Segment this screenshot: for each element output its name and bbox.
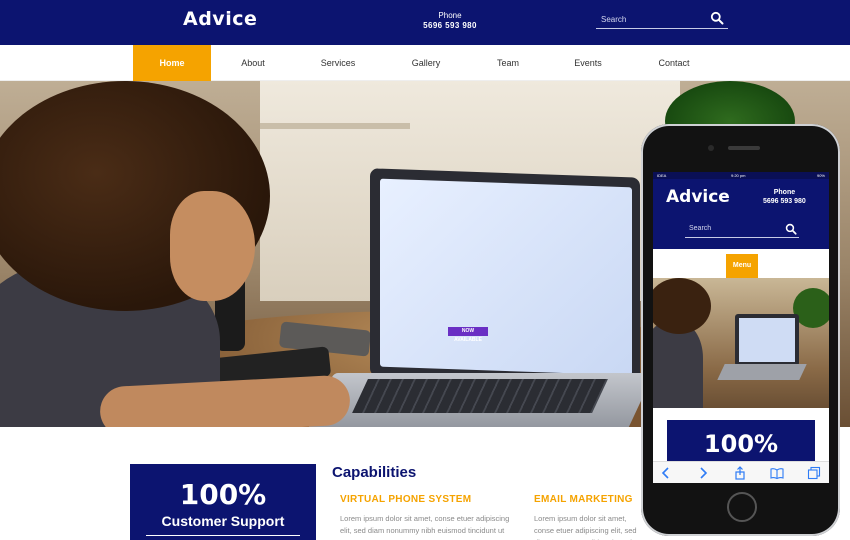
phone-number[interactable]: 5696 593 980	[410, 21, 490, 31]
mobile-search-placeholder: Search	[689, 225, 712, 232]
nav-team[interactable]: Team	[478, 45, 538, 81]
mobile-logo[interactable]: Advice	[666, 187, 730, 207]
search-bar	[596, 9, 728, 29]
mobile-hero-laptop-screen	[739, 318, 795, 362]
nav-events[interactable]: Events	[558, 45, 618, 81]
stat-label: Customer Support	[161, 513, 285, 529]
feature-text: Lorem ipsum dolor sit amet, conse etuer …	[340, 514, 510, 535]
home-button[interactable]	[727, 492, 757, 522]
phone-mockup: IDEA 9:20 pm 90% Advice Phone 5696 593 9…	[641, 124, 840, 536]
mobile-screen: IDEA 9:20 pm 90% Advice Phone 5696 593 9…	[653, 172, 829, 483]
main-nav: Home About Services Gallery Team Events …	[0, 45, 850, 81]
hero-person-face	[170, 191, 255, 301]
status-battery: 90%	[816, 173, 825, 178]
nav-services[interactable]: Services	[306, 45, 370, 81]
mobile-phone-number[interactable]: 5696 593 980	[763, 197, 806, 206]
header-phone: Phone 5696 593 980	[410, 11, 490, 31]
hero-laptop-screen	[380, 178, 632, 376]
share-icon[interactable]	[733, 466, 747, 480]
mobile-browser-toolbar	[653, 461, 829, 483]
top-header: Advice Phone 5696 593 980	[0, 0, 850, 45]
mobile-hero-person	[653, 322, 703, 408]
mobile-hero-image	[653, 278, 829, 408]
camera-icon	[708, 145, 714, 151]
forward-arrow-icon[interactable]	[696, 466, 710, 480]
search-icon[interactable]	[785, 223, 797, 235]
laptop-badge: NOW AVAILABLE	[448, 327, 488, 343]
search-input[interactable]	[601, 12, 706, 26]
book-icon[interactable]	[770, 466, 784, 480]
feature-heading: VIRTUAL PHONE SYSTEM	[340, 494, 472, 505]
mobile-status-bar: IDEA 9:20 pm 90%	[653, 172, 829, 179]
feature-heading: EMAIL MARKETING	[534, 494, 633, 505]
mobile-header: Advice Phone 5696 593 980 Search	[653, 179, 829, 249]
feature-text: Lorem ipsum dolor sit amet, conse etuer …	[534, 514, 637, 540]
nav-contact[interactable]: Contact	[644, 45, 704, 81]
mobile-phone: Phone 5696 593 980	[763, 188, 806, 206]
stat-value: 100%	[179, 478, 267, 511]
support-stat-box: 100% Customer Support	[130, 464, 316, 540]
mobile-hero-laptop-base	[717, 364, 807, 380]
search-icon[interactable]	[710, 11, 724, 25]
mobile-search-bar[interactable]: Search	[685, 222, 799, 238]
nav-about[interactable]: About	[223, 45, 283, 81]
hero-keyboard	[352, 379, 608, 413]
stat-divider	[146, 535, 300, 536]
hero-shelf	[260, 123, 410, 129]
status-carrier: IDEA	[657, 173, 667, 178]
feature-virtual-phone: VIRTUAL PHONE SYSTEM Lorem ipsum dolor s…	[340, 494, 520, 537]
mobile-menu-button[interactable]: Menu	[726, 254, 758, 278]
feature-email-marketing: EMAIL MARKETING Lorem ipsum dolor sit am…	[534, 494, 644, 540]
nav-gallery[interactable]: Gallery	[396, 45, 456, 81]
mobile-stat-value: 100%	[703, 430, 779, 458]
status-time: 9:20 pm	[731, 173, 746, 178]
capabilities-title: Capabilities	[332, 464, 417, 481]
back-arrow-icon[interactable]	[659, 466, 673, 480]
mobile-phone-label: Phone	[773, 189, 796, 196]
tabs-icon[interactable]	[807, 466, 821, 480]
site-logo[interactable]: Advice	[183, 8, 257, 30]
page: Advice Phone 5696 593 980 Home About Ser…	[0, 0, 850, 540]
speaker-grille	[728, 146, 760, 150]
phone-label: Phone	[438, 11, 462, 20]
mobile-hero-hair	[653, 278, 711, 334]
nav-home[interactable]: Home	[133, 45, 211, 81]
